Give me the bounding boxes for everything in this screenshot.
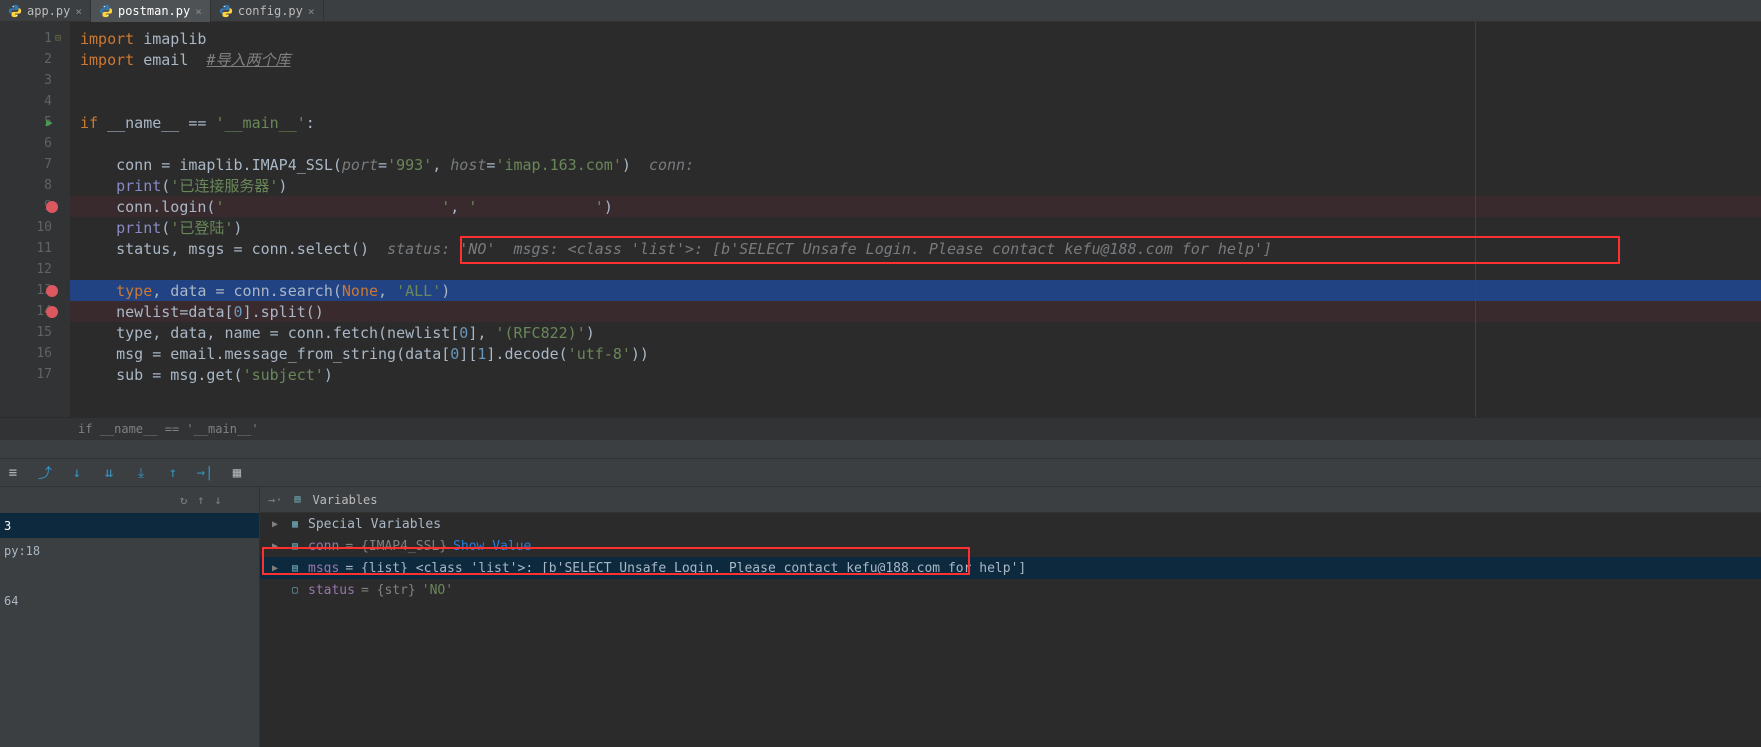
frame-row[interactable]: 64: [0, 588, 259, 613]
restart-icon[interactable]: ↻: [180, 493, 187, 507]
code-line-8: print('已连接服务器'): [70, 175, 1761, 196]
step-into-my-icon[interactable]: ⇊: [100, 464, 118, 482]
tab-postman-py[interactable]: postman.py ×: [91, 0, 211, 22]
tab-label: config.py: [238, 4, 303, 18]
code-text[interactable]: import imaplib import email #导入两个库 if __…: [70, 22, 1761, 417]
line-number: 1: [44, 31, 52, 46]
breakpoint-icon[interactable]: [46, 201, 58, 213]
margin-guide: [1475, 22, 1476, 417]
code-line-6: [70, 133, 1761, 154]
line-number: 8: [44, 178, 52, 193]
close-icon[interactable]: ×: [308, 5, 315, 18]
run-to-cursor-icon[interactable]: →|: [196, 464, 214, 482]
variables-panel[interactable]: →· ▤ Variables ▶ ▦ Special Variables ▶ ▤…: [260, 487, 1761, 747]
menu-icon[interactable]: ≡: [4, 464, 22, 482]
var-label: Special Variables: [308, 517, 441, 532]
frame-row[interactable]: 3: [0, 513, 259, 538]
down-arrow-icon[interactable]: ↓: [214, 493, 221, 507]
python-icon: [8, 4, 22, 18]
step-over-icon[interactable]: ⤴: [36, 464, 54, 482]
code-line-2: import email #导入两个库: [70, 49, 1761, 70]
breadcrumb[interactable]: if __name__ == '__main__': [0, 417, 1761, 439]
expand-icon[interactable]: ▶: [272, 519, 282, 530]
code-editor[interactable]: 1⊟ 2 3 4 5▶ 6 7 8 9 10 11 12 13 14 15 16…: [0, 22, 1761, 417]
step-out-icon[interactable]: ↑: [164, 464, 182, 482]
fold-icon[interactable]: ⊟: [55, 33, 67, 44]
close-icon[interactable]: ×: [75, 5, 82, 18]
back-arrow-icon[interactable]: →·: [268, 493, 282, 507]
code-line-3: [70, 70, 1761, 91]
debug-panel: ↻ ↑ ↓ 3 py:18 64 →· ▤ Variables ▶ ▦ Spec…: [0, 487, 1761, 747]
python-icon: [219, 4, 233, 18]
line-number: 15: [36, 325, 52, 340]
panel-separator[interactable]: [0, 439, 1761, 459]
line-number: 3: [44, 73, 52, 88]
variables-header: →· ▤ Variables: [260, 487, 1761, 513]
str-icon: ▢: [288, 583, 302, 597]
code-line-13: type, data = conn.search(None, 'ALL'): [70, 280, 1761, 301]
tab-config-py[interactable]: config.py ×: [211, 0, 324, 22]
debug-toolbar: ≡ ⤴ ↓ ⇊ ⤓ ↑ →| ▦: [0, 459, 1761, 487]
python-icon: [99, 4, 113, 18]
breadcrumb-text: if __name__ == '__main__': [78, 422, 259, 436]
force-step-icon[interactable]: ⤓: [132, 464, 150, 482]
run-icon[interactable]: ▶: [46, 116, 53, 129]
tab-app-py[interactable]: app.py ×: [0, 0, 91, 22]
code-line-9: conn.login(' ', ' '): [70, 196, 1761, 217]
code-line-4: [70, 91, 1761, 112]
up-arrow-icon[interactable]: ↑: [197, 493, 204, 507]
line-number: 4: [44, 94, 52, 109]
code-line-7: conn = imaplib.IMAP4_SSL(port='993', hos…: [70, 154, 1761, 175]
var-value: 'NO': [422, 583, 453, 598]
breakpoint-icon[interactable]: [46, 285, 58, 297]
code-line-14: newlist=data[0].split(): [70, 301, 1761, 322]
frames-panel[interactable]: ↻ ↑ ↓ 3 py:18 64: [0, 487, 260, 747]
annotation-box: [262, 547, 970, 575]
annotation-box: [460, 236, 1620, 264]
var-special[interactable]: ▶ ▦ Special Variables: [260, 513, 1761, 535]
code-line-17: sub = msg.get('subject'): [70, 364, 1761, 385]
code-line-16: msg = email.message_from_string(data[0][…: [70, 343, 1761, 364]
editor-tabs: app.py × postman.py × config.py ×: [0, 0, 1761, 22]
close-icon[interactable]: ×: [195, 5, 202, 18]
breakpoint-icon[interactable]: [46, 306, 58, 318]
variables-icon: ▤: [290, 493, 304, 507]
line-number: 7: [44, 157, 52, 172]
frames-nav: ↻ ↑ ↓: [0, 487, 259, 513]
group-icon: ▦: [288, 517, 302, 531]
variables-title: Variables: [312, 493, 377, 507]
gutter[interactable]: 1⊟ 2 3 4 5▶ 6 7 8 9 10 11 12 13 14 15 16…: [0, 22, 70, 417]
line-number: 12: [36, 262, 52, 277]
code-line-5: if __name__ == '__main__':: [70, 112, 1761, 133]
code-line-1: import imaplib: [70, 28, 1761, 49]
var-type: = {str}: [361, 583, 416, 598]
var-status[interactable]: ▢ status = {str} 'NO': [260, 579, 1761, 601]
tab-label: app.py: [27, 4, 70, 18]
line-number: 11: [36, 241, 52, 256]
code-line-15: type, data, name = conn.fetch(newlist[0]…: [70, 322, 1761, 343]
step-into-icon[interactable]: ↓: [68, 464, 86, 482]
line-number: 2: [44, 52, 52, 67]
tab-label: postman.py: [118, 4, 190, 18]
evaluate-icon[interactable]: ▦: [228, 464, 246, 482]
line-number: 10: [36, 220, 52, 235]
line-number: 16: [36, 346, 52, 361]
var-name: status: [308, 583, 355, 598]
line-number: 17: [36, 367, 52, 382]
code-line-10: print('已登陆'): [70, 217, 1761, 238]
frame-location[interactable]: py:18: [0, 538, 259, 563]
line-number: 6: [44, 136, 52, 151]
frame-spacer: [0, 563, 259, 588]
